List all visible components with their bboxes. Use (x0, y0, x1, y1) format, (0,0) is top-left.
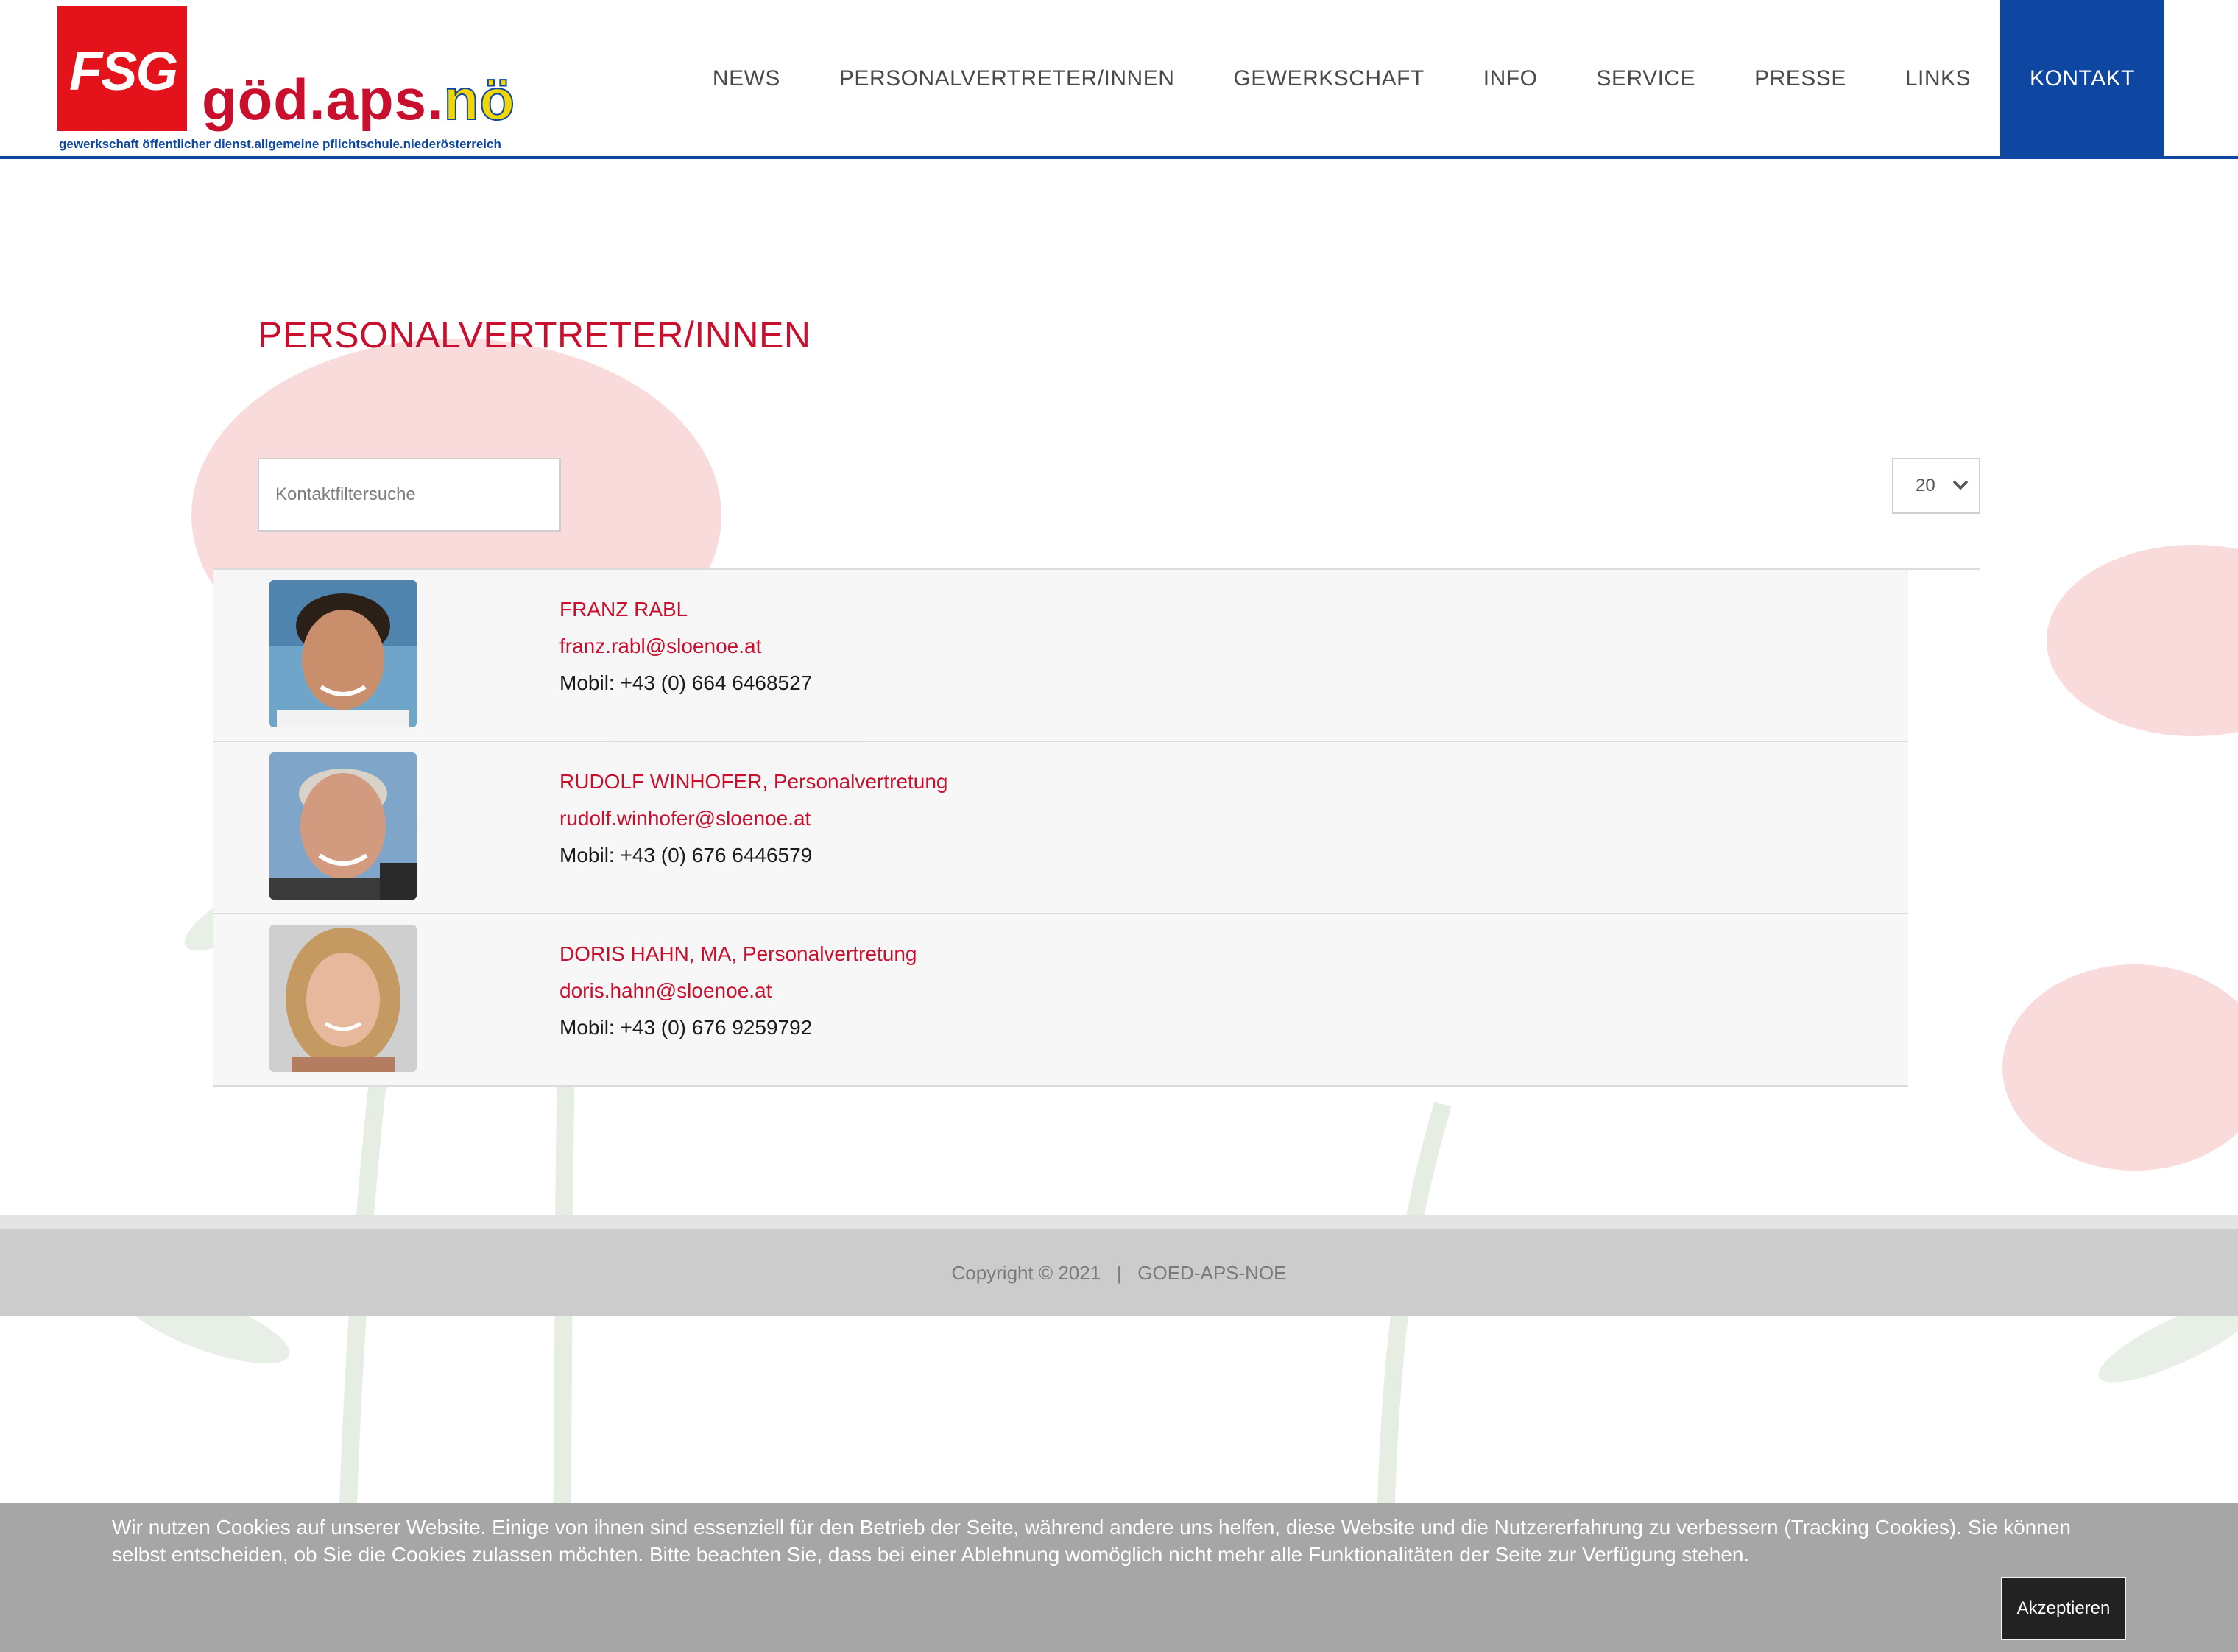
contact-list: FRANZ RABL franz.rabl@sloenoe.at Mobil: … (213, 570, 1908, 1087)
logo-wordmark: göd.aps.nö (202, 66, 515, 133)
copyright-text: Copyright © 2021 | GOED-APS-NOE (951, 1261, 1287, 1284)
page-title: PERSONALVERTRETER/INNEN (258, 314, 811, 356)
contact-email-link[interactable]: rudolf.winhofer@sloenoe.at (560, 807, 811, 830)
contact-photo-doris-hahn (269, 925, 417, 1072)
chevron-down-icon (1953, 481, 1968, 490)
fsg-logo-badge: FSG (57, 6, 187, 131)
footer-divider (0, 1215, 2238, 1229)
contact-phone: Mobil: +43 (0) 676 9259792 (560, 1016, 813, 1039)
contact-name: DORIS HAHN, MA, Personalvertretung (560, 942, 917, 965)
nav-item-presse[interactable]: PRESSE (1725, 0, 1876, 158)
nav-item-kontakt[interactable]: KONTAKT (2000, 0, 2164, 158)
contact-phone: Mobil: +43 (0) 664 6468527 (560, 671, 813, 694)
contact-row: DORIS HAHN, MA, Personalvertretung doris… (213, 914, 1908, 1087)
accept-cookies-button[interactable]: Akzeptieren (2001, 1577, 2126, 1640)
nav-item-gewerkschaft[interactable]: GEWERKSCHAFT (1204, 0, 1453, 158)
contact-email-link[interactable]: doris.hahn@sloenoe.at (560, 979, 772, 1003)
logo-subtitle: gewerkschaft öffentlicher dienst.allgeme… (59, 137, 501, 151)
nav-item-news[interactable]: NEWS (683, 0, 810, 158)
nav-item-links[interactable]: LINKS (1876, 0, 2000, 158)
logo-wordmark-main: göd.aps. (202, 67, 444, 132)
contact-photo-franz-rabl (269, 580, 417, 727)
site-footer: Copyright © 2021 | GOED-APS-NOE (0, 1229, 2238, 1316)
contact-filter-search-input[interactable] (258, 458, 561, 532)
nav-item-personalvertreter[interactable]: PERSONALVERTRETER/INNEN (810, 0, 1204, 158)
main-navigation: NEWS PERSONALVERTRETER/INNEN GEWERKSCHAF… (707, 0, 2164, 158)
site-header: FSG göd.aps.nö gewerkschaft öffentlicher… (0, 0, 2238, 159)
contact-photo-rudolf-winhofer (269, 752, 417, 900)
cookie-banner: Wir nutzen Cookies auf unserer Website. … (0, 1503, 2238, 1652)
logo-wordmark-accent: nö (443, 66, 515, 133)
site-logo[interactable]: FSG göd.aps.nö gewerkschaft öffentlicher… (57, 6, 551, 153)
contact-email-link[interactable]: franz.rabl@sloenoe.at (560, 635, 761, 658)
contact-phone: Mobil: +43 (0) 676 6446579 (560, 844, 813, 866)
contact-row: FRANZ RABL franz.rabl@sloenoe.at Mobil: … (213, 570, 1908, 742)
contact-row: RUDOLF WINHOFER, Personalvertretung rudo… (213, 742, 1908, 914)
contact-name: FRANZ RABL (560, 598, 688, 621)
fsg-logo-text: FSG (68, 40, 178, 102)
nav-item-info[interactable]: INFO (1454, 0, 1567, 158)
per-page-select[interactable]: 20 (1892, 458, 1980, 514)
main-content: PERSONALVERTRETER/INNEN 20 FRANZ RABL fr (0, 159, 2238, 1212)
per-page-value: 20 (1916, 476, 1935, 495)
nav-item-service[interactable]: SERVICE (1567, 0, 1725, 158)
contact-name: RUDOLF WINHOFER, Personalvertretung (560, 770, 948, 793)
cookie-notice-text: Wir nutzen Cookies auf unserer Website. … (112, 1516, 2071, 1566)
